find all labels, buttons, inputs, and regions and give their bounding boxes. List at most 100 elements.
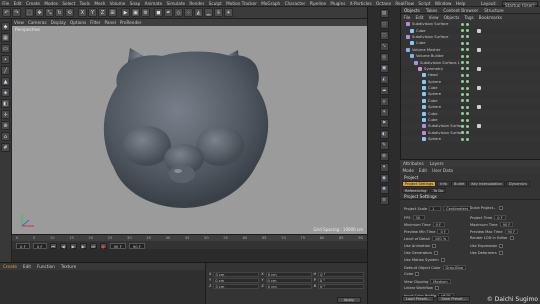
- attribute-checkbox[interactable]: [433, 251, 438, 255]
- objects-menu-objects[interactable]: Objects: [441, 14, 462, 21]
- attribute-value[interactable]: 90 F: [499, 222, 514, 227]
- attribute-checkbox[interactable]: [499, 244, 504, 248]
- attribute-value[interactable]: 30: [412, 215, 425, 220]
- object-name[interactable]: Volume Mesher: [412, 48, 440, 52]
- menu-item-motion-tracker[interactable]: Motion Tracker: [224, 0, 259, 7]
- object-name[interactable]: Head: [428, 73, 438, 77]
- attribute-checkbox[interactable]: [498, 206, 503, 210]
- prev-frame-icon[interactable]: ◀: [59, 242, 67, 249]
- coord-system-icon[interactable]: ⊞: [108, 8, 117, 17]
- coord-value-field[interactable]: 0 °: [317, 277, 364, 283]
- visibility-flags[interactable]: [461, 41, 469, 45]
- visibility-flags[interactable]: [461, 131, 469, 135]
- objects-menu-bookmarks[interactable]: Bookmarks: [476, 14, 504, 21]
- viewport-menu-cameras[interactable]: Cameras: [26, 19, 49, 26]
- coord-value-field[interactable]: 0 cm: [213, 283, 260, 289]
- environment-icon[interactable]: ☁: [379, 86, 389, 95]
- visibility-flags[interactable]: [461, 61, 469, 65]
- material-menu-function[interactable]: Function: [34, 263, 58, 270]
- octane-icon[interactable]: ◉: [379, 174, 389, 183]
- model-mode-icon[interactable]: ◈: [1, 88, 10, 97]
- attribute-unit-dropdown[interactable]: Centimeters: [443, 206, 472, 211]
- uvw-mode-icon[interactable]: ◧: [1, 99, 10, 108]
- layout-dropdown[interactable]: Startup (User): [501, 0, 538, 8]
- visibility-flags[interactable]: [461, 137, 469, 141]
- editor-visibility-dot[interactable]: [461, 99, 464, 103]
- editor-visibility-dot[interactable]: [461, 137, 464, 141]
- menu-item-sculpt[interactable]: Sculpt: [207, 0, 224, 7]
- editor-visibility-dot[interactable]: [461, 61, 464, 65]
- menu-item-simulate[interactable]: Simulate: [164, 0, 187, 7]
- coord-value-field[interactable]: 0 cm: [265, 271, 312, 277]
- make-editable-icon[interactable]: ◆: [1, 22, 10, 31]
- timeline[interactable]: 0 5 10 15 20 25 30 35 40 45 50 55 60 65 70 75 80 85 90 0 F…: [12, 234, 367, 249]
- workplane-icon[interactable]: ▭: [1, 44, 10, 53]
- attribute-value[interactable]: 0 F: [494, 215, 507, 220]
- z-axis-icon[interactable]: Z: [98, 8, 107, 17]
- editor-visibility-dot[interactable]: [461, 35, 464, 39]
- attributes-tab-attributes[interactable]: Attributes: [400, 160, 427, 167]
- object-name[interactable]: Cube: [416, 41, 426, 45]
- viewport[interactable]: View Cameras Display Options Filter Panel ProR…: [12, 19, 367, 234]
- attribute-value[interactable]: 90 F: [504, 229, 519, 234]
- scale-icon[interactable]: ⤡: [45, 8, 54, 17]
- objects-menu-view[interactable]: View: [426, 14, 441, 21]
- sculpt-icon[interactable]: ✎: [379, 141, 389, 150]
- load-preset-button[interactable]: Load Preset...: [402, 296, 435, 302]
- floor-icon[interactable]: ▁: [204, 8, 213, 17]
- viewport-menu-display[interactable]: Display: [49, 19, 68, 26]
- objects-tab-structure[interactable]: Structure: [481, 7, 506, 14]
- subtab-key-interpolation[interactable]: Key Interpolation: [468, 181, 506, 187]
- start-frame-field[interactable]: 0 F: [16, 242, 30, 249]
- attributes-menu-user-data[interactable]: User Data: [430, 167, 456, 174]
- viewport-menu-options[interactable]: Options: [68, 19, 88, 26]
- visibility-flags[interactable]: [461, 35, 469, 39]
- objects-tab-objects[interactable]: Objects: [401, 7, 423, 14]
- material-icon[interactable]: ◐: [379, 130, 389, 139]
- render-view-icon[interactable]: ▶: [121, 8, 130, 17]
- object-name[interactable]: Subdivision Surface: [428, 131, 464, 135]
- phong-tag-icon[interactable]: [477, 105, 481, 110]
- render-visibility-dot[interactable]: [466, 61, 469, 65]
- object-row[interactable]: Sphere: [401, 136, 540, 143]
- menu-item-octane[interactable]: Octane: [374, 0, 393, 7]
- viewport-scene[interactable]: [12, 26, 367, 234]
- goto-start-icon[interactable]: ⏮: [49, 242, 57, 249]
- editor-visibility-dot[interactable]: [461, 73, 464, 77]
- menu-item-x-particles[interactable]: X-Particles: [348, 0, 374, 7]
- coord-value-field[interactable]: 0 cm: [213, 277, 260, 283]
- phong-tag-icon[interactable]: [477, 66, 481, 71]
- subtab-info[interactable]: Info: [437, 181, 450, 187]
- render-visibility-dot[interactable]: [466, 99, 469, 103]
- editor-visibility-dot[interactable]: [461, 48, 464, 52]
- visibility-flags[interactable]: [461, 29, 469, 33]
- render-visibility-dot[interactable]: [466, 29, 469, 33]
- render-visibility-dot[interactable]: [466, 73, 469, 77]
- object-icon[interactable]: ◻: [379, 31, 389, 40]
- axis-mode-icon[interactable]: ✛: [1, 110, 10, 119]
- last-tool-icon[interactable]: ⟲: [65, 8, 74, 17]
- menu-item-plugins[interactable]: Plugins: [328, 0, 347, 7]
- redo-icon[interactable]: ↷: [12, 8, 21, 17]
- play-icon[interactable]: ▶: [69, 242, 77, 249]
- pen-icon[interactable]: ✒: [164, 8, 173, 17]
- x-axis-icon[interactable]: X: [78, 8, 87, 17]
- camera-icon[interactable]: ⌾: [214, 8, 223, 17]
- object-name[interactable]: Subdivision Surface: [412, 22, 448, 26]
- visibility-flags[interactable]: [461, 73, 469, 77]
- menu-item-tools[interactable]: Tools: [77, 0, 92, 7]
- light-icon[interactable]: ☀: [224, 8, 233, 17]
- attribute-value[interactable]: 0 F: [437, 229, 450, 234]
- material-menu-texture[interactable]: Texture: [58, 263, 79, 270]
- object-name[interactable]: Subdivision Surface.1: [420, 61, 460, 65]
- attribute-value[interactable]: 1: [429, 206, 442, 211]
- viewport-menu-filter[interactable]: Filter: [88, 19, 102, 26]
- render-visibility-dot[interactable]: [466, 48, 469, 52]
- menu-item-pipeline[interactable]: Pipeline: [307, 0, 328, 7]
- menu-item-select[interactable]: Select: [60, 0, 77, 7]
- objects-tab-content-browser[interactable]: Content Browser: [440, 7, 481, 14]
- editor-visibility-dot[interactable]: [461, 22, 464, 26]
- goto-end-icon[interactable]: ⏭: [89, 242, 97, 249]
- visibility-flags[interactable]: [461, 80, 469, 84]
- editor-visibility-dot[interactable]: [461, 124, 464, 128]
